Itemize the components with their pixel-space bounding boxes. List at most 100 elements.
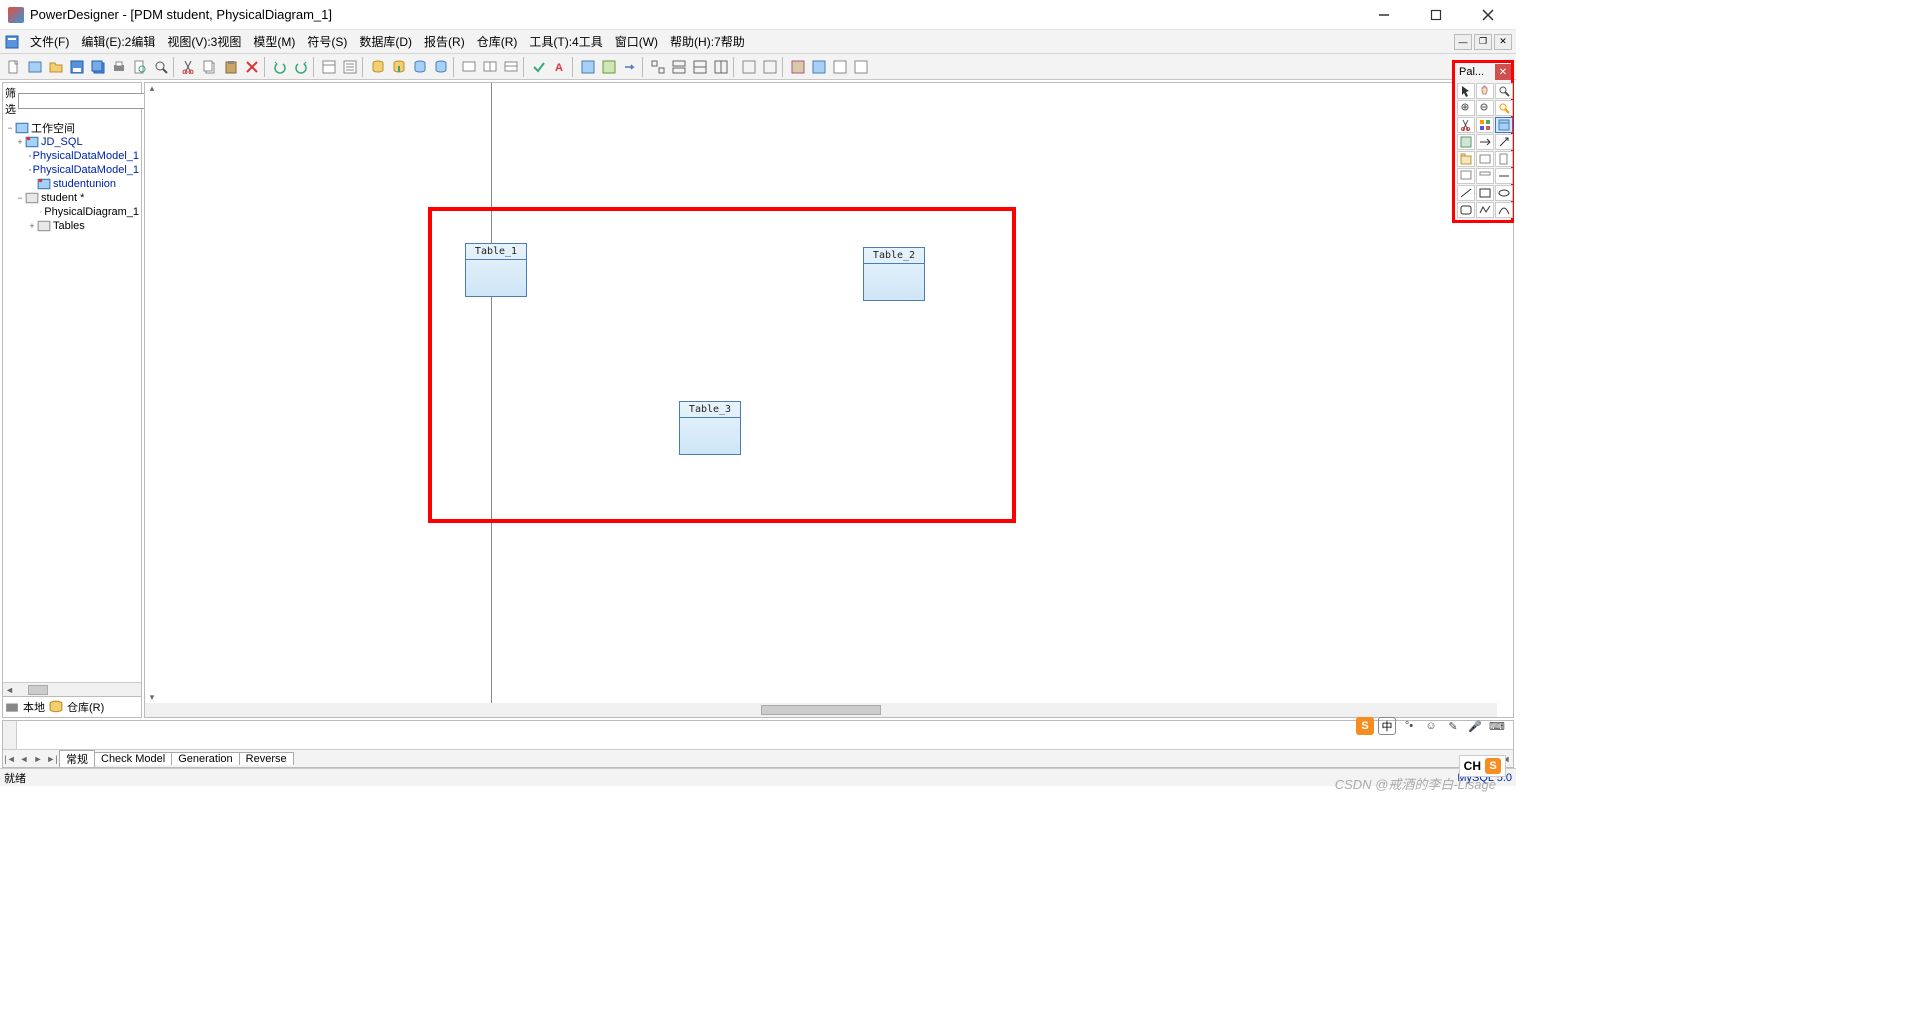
table-entity[interactable]: Table_1 xyxy=(465,243,527,297)
menu-edit[interactable]: 编辑(E):2编辑 xyxy=(75,31,161,52)
out-tab-general[interactable]: 常规 xyxy=(59,750,95,767)
tool-saveall[interactable] xyxy=(88,57,108,77)
pal-zoom[interactable] xyxy=(1495,83,1513,99)
tool-i3[interactable] xyxy=(830,57,850,77)
menu-symbol[interactable]: 符号(S) xyxy=(301,31,353,52)
browser-hscroll[interactable]: ◄ xyxy=(3,682,141,696)
tool-preview[interactable] xyxy=(130,57,150,77)
mdi-close[interactable]: ✕ xyxy=(1494,34,1512,50)
tool-open[interactable] xyxy=(46,57,66,77)
pal-text[interactable] xyxy=(1495,168,1513,184)
ime-dots-icon[interactable]: °• xyxy=(1400,717,1418,735)
ime-smile-icon[interactable]: ☺ xyxy=(1422,717,1440,735)
pal-ellipse[interactable] xyxy=(1495,185,1513,201)
pal-view[interactable] xyxy=(1457,134,1475,150)
tool-h2[interactable] xyxy=(760,57,780,77)
tool-props[interactable] xyxy=(319,57,339,77)
menu-repository[interactable]: 仓库(R) xyxy=(471,31,524,52)
tool-text[interactable]: A xyxy=(550,57,570,77)
ime-mic-icon[interactable]: 🎤 xyxy=(1466,717,1484,735)
tree-root[interactable]: − 工作空间 xyxy=(5,121,139,135)
out-next[interactable]: ► xyxy=(31,754,45,764)
output-body[interactable] xyxy=(17,721,1513,749)
tool-db3[interactable] xyxy=(410,57,430,77)
tool-redo[interactable] xyxy=(291,57,311,77)
diagram-canvas[interactable]: ▴▾ Table_1 Table_2 Table_3 xyxy=(144,82,1514,718)
sogou-icon[interactable]: S xyxy=(1356,717,1374,735)
maximize-button[interactable] xyxy=(1420,3,1452,27)
minimize-button[interactable] xyxy=(1368,3,1400,27)
tool-win2[interactable] xyxy=(480,57,500,77)
pal-roundrect[interactable] xyxy=(1457,202,1475,218)
tool-diag3[interactable] xyxy=(620,57,640,77)
out-prev[interactable]: ◄ xyxy=(17,754,31,764)
table-entity[interactable]: Table_2 xyxy=(863,247,925,301)
tool-save[interactable] xyxy=(67,57,87,77)
canvas-hscroll[interactable] xyxy=(145,703,1497,717)
tree-node[interactable]: PhysicalDataModel_1 xyxy=(5,149,139,163)
pal-pointer[interactable] xyxy=(1457,83,1475,99)
mdi-restore[interactable]: ❐ xyxy=(1474,34,1492,50)
tool-undo[interactable] xyxy=(270,57,290,77)
pal-zoomin[interactable] xyxy=(1457,100,1475,116)
pal-ref[interactable] xyxy=(1476,134,1494,150)
pal-hand[interactable] xyxy=(1476,83,1494,99)
pal-curve[interactable] xyxy=(1495,202,1513,218)
canvas-vnav[interactable]: ▴▾ xyxy=(145,83,159,703)
menu-view[interactable]: 视图(V):3视图 xyxy=(161,31,247,52)
tool-print[interactable] xyxy=(109,57,129,77)
tab-repository[interactable]: 仓库(R) xyxy=(67,699,104,715)
pal-rect[interactable] xyxy=(1476,185,1494,201)
tree-node[interactable]: PhysicalDataModel_1 xyxy=(5,163,139,177)
tree-node[interactable]: +Tables xyxy=(5,219,139,233)
menu-file[interactable]: 文件(F) xyxy=(24,31,75,52)
pal-grid[interactable] xyxy=(1476,117,1494,133)
menu-help[interactable]: 帮助(H):7帮助 xyxy=(664,31,751,52)
tool-list[interactable] xyxy=(340,57,360,77)
tool-g1[interactable] xyxy=(648,57,668,77)
pal-pkg[interactable] xyxy=(1457,151,1475,167)
tool-h1[interactable] xyxy=(739,57,759,77)
out-tab-generation[interactable]: Generation xyxy=(171,752,239,765)
pal-title[interactable] xyxy=(1476,168,1494,184)
tree-node[interactable]: +JD_SQL xyxy=(5,135,139,149)
tool-cut[interactable] xyxy=(179,57,199,77)
palette-close-button[interactable]: ✕ xyxy=(1495,64,1511,80)
tool-model[interactable] xyxy=(25,57,45,77)
tab-local[interactable]: 本地 xyxy=(23,699,45,715)
pal-file[interactable] xyxy=(1495,151,1513,167)
tool-g2[interactable] xyxy=(669,57,689,77)
out-last[interactable]: ►| xyxy=(45,754,59,764)
tree-node[interactable]: −student * xyxy=(5,191,139,205)
pal-link[interactable] xyxy=(1495,134,1513,150)
tool-db1[interactable] xyxy=(368,57,388,77)
tool-i2[interactable] xyxy=(809,57,829,77)
tool-db2[interactable] xyxy=(389,57,409,77)
palette-window[interactable]: Pal... ✕ xyxy=(1452,60,1514,223)
pal-zoomout[interactable] xyxy=(1476,100,1494,116)
menu-report[interactable]: 报告(R) xyxy=(418,31,471,52)
ime-ch[interactable]: CH xyxy=(1464,759,1481,773)
tool-i1[interactable] xyxy=(788,57,808,77)
menu-window[interactable]: 窗口(W) xyxy=(609,31,664,52)
tool-check[interactable] xyxy=(529,57,549,77)
tool-g3[interactable] xyxy=(690,57,710,77)
tool-win3[interactable] xyxy=(501,57,521,77)
close-button[interactable] xyxy=(1472,3,1504,27)
menu-tools[interactable]: 工具(T):4工具 xyxy=(523,31,608,52)
browser-tree[interactable]: − 工作空间 +JD_SQLPhysicalDataModel_1Physica… xyxy=(3,119,141,682)
system-menu-icon[interactable] xyxy=(4,34,20,50)
tool-i4[interactable] xyxy=(851,57,871,77)
out-first[interactable]: |◄ xyxy=(3,754,17,764)
pal-table[interactable] xyxy=(1495,117,1513,133)
tool-g4[interactable] xyxy=(711,57,731,77)
tool-diag2[interactable] xyxy=(599,57,619,77)
tree-node[interactable]: studentunion xyxy=(5,177,139,191)
ime-pen-icon[interactable]: ✎ xyxy=(1444,717,1462,735)
pal-zoomfit[interactable] xyxy=(1495,100,1513,116)
table-entity[interactable]: Table_3 xyxy=(679,401,741,455)
tool-win1[interactable] xyxy=(459,57,479,77)
pal-proc[interactable] xyxy=(1476,151,1494,167)
tool-db4[interactable] xyxy=(431,57,451,77)
out-tab-reverse[interactable]: Reverse xyxy=(239,752,294,765)
